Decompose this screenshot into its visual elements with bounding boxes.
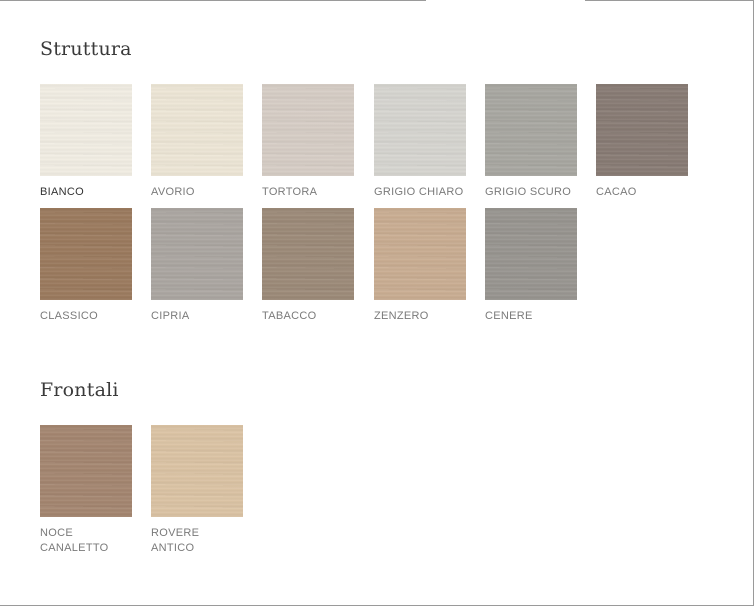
swatch-chip[interactable] (374, 208, 466, 300)
section-title-frontali: Frontali (40, 379, 119, 401)
swatch-bianco[interactable]: BIANCO (40, 84, 132, 200)
swatch-chip[interactable] (262, 84, 354, 176)
swatch-chip[interactable] (262, 208, 354, 300)
swatch-tortora[interactable]: TORTORA (262, 84, 354, 200)
swatch-chip[interactable] (485, 84, 577, 176)
swatch-label: NOCE CANALETTO (40, 527, 109, 554)
swatch-classico[interactable]: CLASSICO (40, 208, 132, 324)
swatch-grigio-scuro[interactable]: GRIGIO SCURO (485, 84, 577, 200)
swatch-label: TABACCO (262, 310, 317, 322)
swatch-label: CIPRIA (151, 310, 190, 322)
swatch-avorio[interactable]: AVORIO (151, 84, 243, 200)
swatch-label: CLASSICO (40, 310, 99, 322)
swatch-label: GRIGIO CHIARO (374, 186, 464, 198)
swatch-cenere[interactable]: CENERE (485, 208, 577, 324)
swatch-grigio-chiaro[interactable]: GRIGIO CHIARO (374, 84, 466, 200)
swatch-label: GRIGIO SCURO (485, 186, 572, 198)
swatch-noce-canaletto[interactable]: NOCE CANALETTO (40, 425, 132, 556)
swatch-cacao[interactable]: CACAO (596, 84, 688, 200)
swatch-label: BIANCO (40, 186, 84, 198)
swatch-chip[interactable] (40, 208, 132, 300)
swatch-chip[interactable] (151, 425, 243, 517)
swatch-chip[interactable] (40, 84, 132, 176)
swatch-rovere-antico[interactable]: ROVERE ANTICO (151, 425, 243, 556)
swatch-label: TORTORA (262, 186, 318, 198)
swatch-chip[interactable] (596, 84, 688, 176)
swatch-chip[interactable] (40, 425, 132, 517)
section-title-struttura: Struttura (40, 38, 132, 60)
swatch-label: CENERE (485, 310, 533, 322)
swatch-chip[interactable] (151, 84, 243, 176)
swatch-label: ROVERE ANTICO (151, 527, 200, 554)
swatch-label: CACAO (596, 186, 637, 198)
swatch-tabacco[interactable]: TABACCO (262, 208, 354, 324)
swatch-label: ZENZERO (374, 310, 429, 322)
swatch-chip[interactable] (374, 84, 466, 176)
swatch-cipria[interactable]: CIPRIA (151, 208, 243, 324)
swatch-zenzero[interactable]: ZENZERO (374, 208, 466, 324)
swatch-chip[interactable] (485, 208, 577, 300)
swatch-label: AVORIO (151, 186, 195, 198)
swatch-chip[interactable] (151, 208, 243, 300)
tab-connector (426, 0, 585, 2)
